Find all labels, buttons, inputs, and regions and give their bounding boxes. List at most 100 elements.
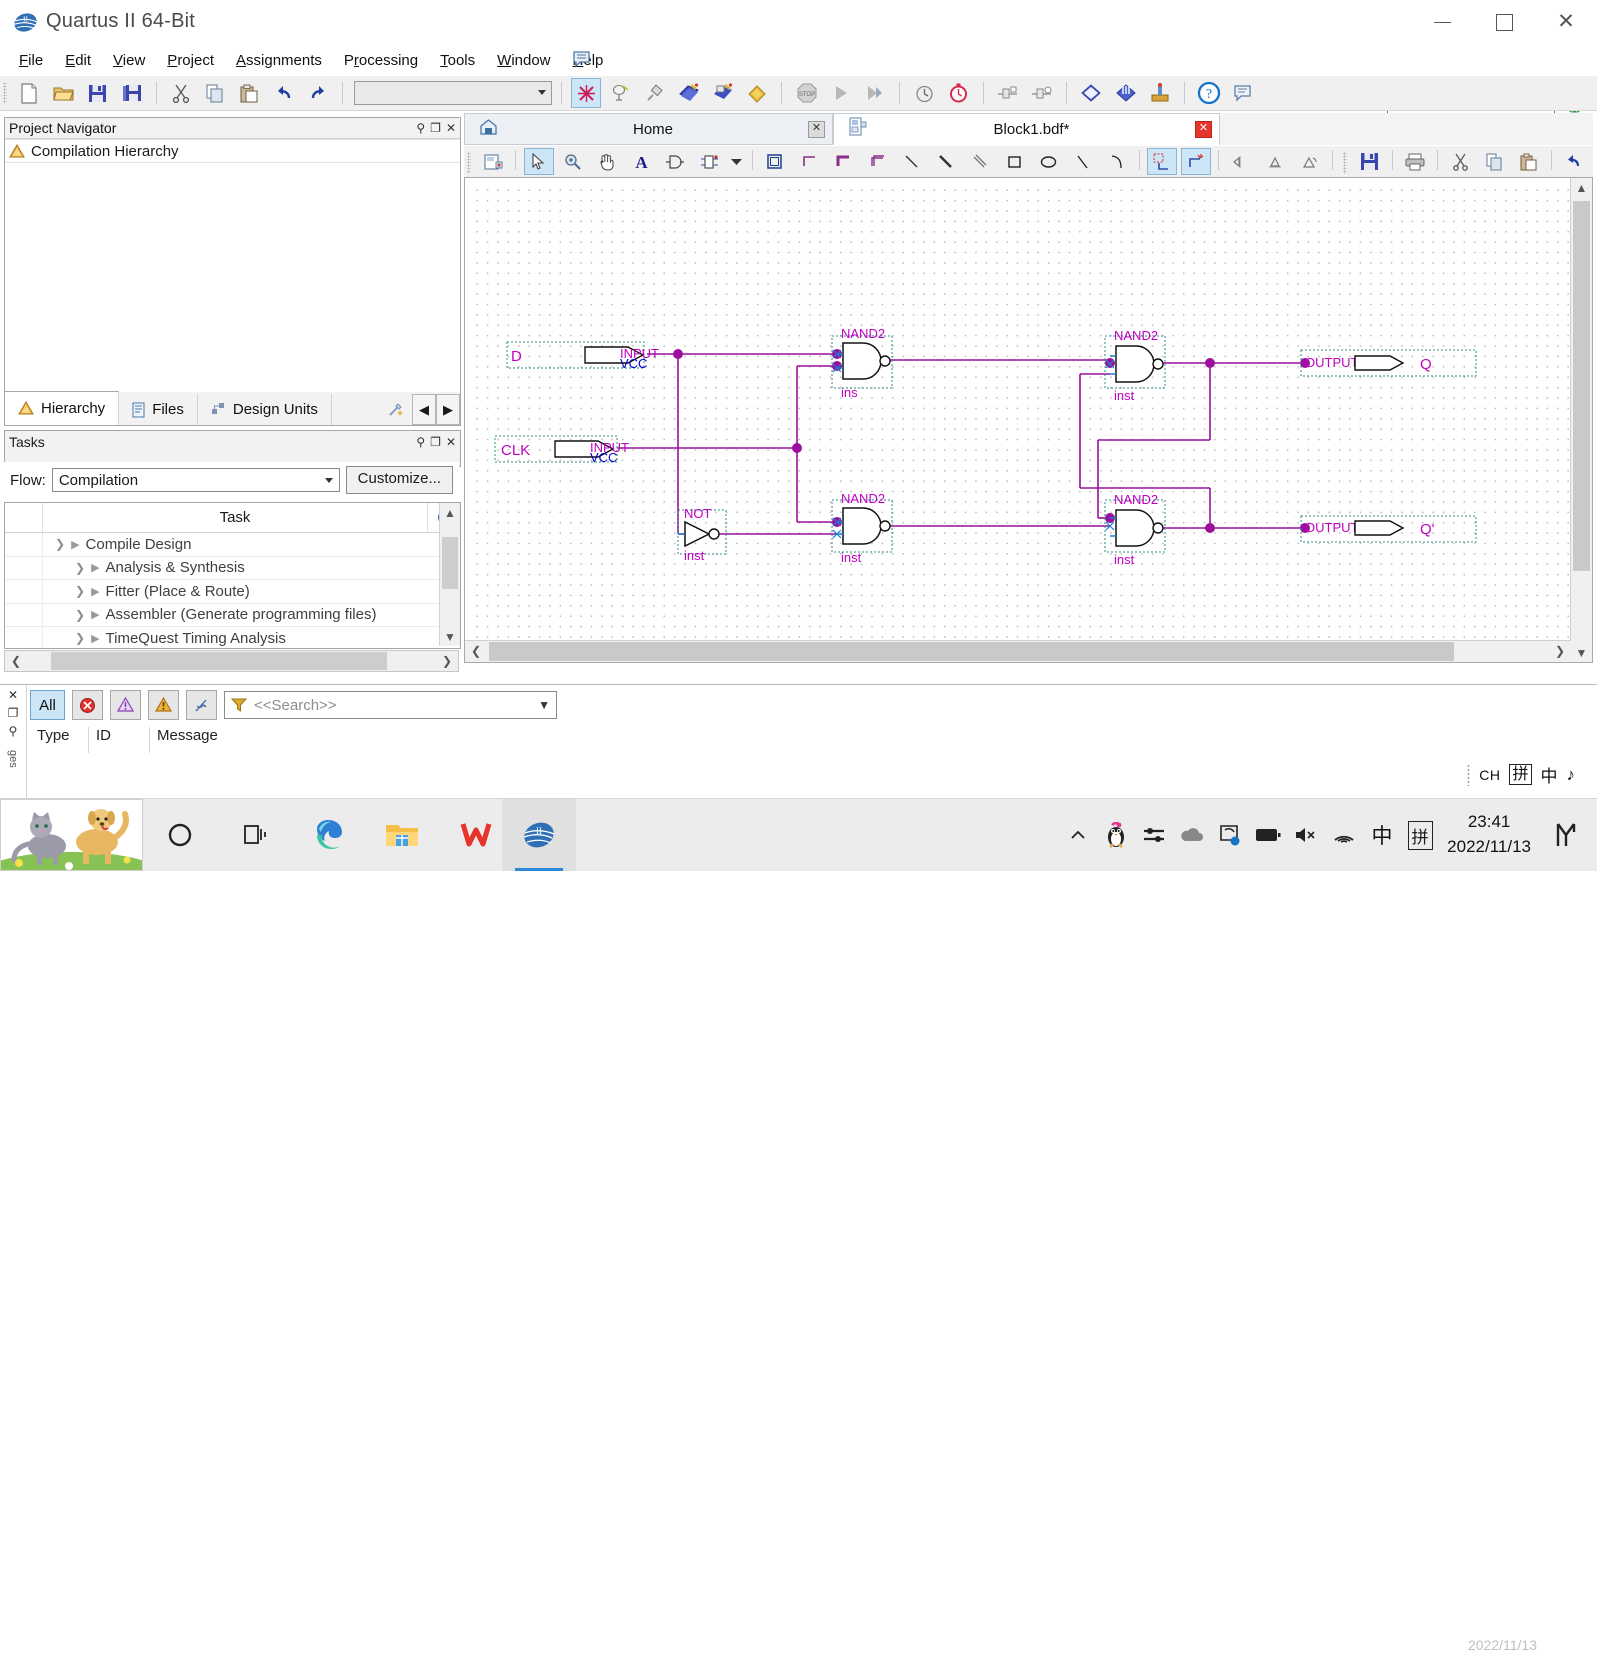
error-icon[interactable] [72, 690, 103, 720]
ime-pinyin-icon[interactable]: 拼 [1401, 799, 1439, 871]
menu-window[interactable]: Window [486, 49, 561, 72]
expander-icon[interactable]: ❯ [75, 561, 85, 575]
warning-icon[interactable] [148, 690, 179, 720]
expander-icon[interactable]: ❯ [75, 608, 85, 622]
megawizard-icon[interactable] [1145, 78, 1175, 108]
table-row[interactable]: ❯ ▶ Compile Design [5, 533, 460, 557]
zoom-tool-icon[interactable] [558, 148, 588, 175]
start-analysis-icon[interactable] [860, 78, 890, 108]
critical-warning-icon[interactable] [110, 690, 141, 720]
tab-hierarchy[interactable]: Hierarchy [5, 391, 119, 425]
hierarchy-root-item[interactable]: Compilation Hierarchy [5, 139, 460, 163]
close-button[interactable]: ✕ [1535, 0, 1597, 44]
save-icon[interactable] [83, 78, 113, 108]
tabs-prev-button[interactable]: ◀ [412, 394, 436, 425]
new-file-icon[interactable] [14, 78, 44, 108]
column-id[interactable]: ID [89, 727, 150, 753]
block-tool-icon[interactable] [694, 148, 724, 175]
rectangle-icon[interactable] [999, 148, 1029, 175]
cortana-icon[interactable] [143, 799, 217, 871]
battery-icon[interactable] [1249, 799, 1287, 871]
customize-button[interactable]: Customize... [346, 466, 453, 494]
stop-icon[interactable]: STOP [792, 78, 822, 108]
cut-icon[interactable] [1445, 148, 1475, 175]
undo-icon[interactable] [1559, 148, 1589, 175]
open-project-icon[interactable] [48, 78, 78, 108]
messages-close-icon[interactable]: ✕ [8, 688, 18, 702]
expander-icon[interactable]: ❯ [55, 537, 65, 551]
redo-icon[interactable] [1593, 148, 1597, 175]
chevron-down-icon[interactable]: ▼ [538, 698, 550, 712]
oval-icon[interactable] [1033, 148, 1063, 175]
line-icon[interactable] [1067, 148, 1097, 175]
block-symbol-icon[interactable] [478, 148, 508, 175]
canvas-scroll-left-icon[interactable]: ❮ [465, 641, 487, 662]
canvas-scroll-down-icon[interactable]: ▼ [1571, 643, 1592, 662]
save-all-icon[interactable] [117, 78, 147, 108]
timing-analyzer-icon[interactable] [909, 78, 939, 108]
schematic-toolbar-grip-2[interactable] [1343, 152, 1347, 174]
print-icon[interactable] [1400, 148, 1430, 175]
menu-edit[interactable]: Edit [54, 49, 102, 72]
messages-float-icon[interactable]: ❐ [8, 706, 19, 720]
messages-search-box[interactable]: <<Search>> ▼ [224, 691, 557, 719]
run-task-icon[interactable]: ▶ [71, 538, 79, 551]
netlist-viewer-icon[interactable] [993, 78, 1023, 108]
equalizer-icon[interactable] [1135, 799, 1173, 871]
settings-icon[interactable] [571, 78, 601, 108]
pin-icon[interactable]: ⚲ [416, 121, 425, 135]
ime-floating-bar[interactable]: CH 拼 中 ♪ [1467, 762, 1575, 787]
flip-vertical-icon[interactable] [1261, 148, 1291, 175]
menu-file[interactable]: FFileile [8, 49, 54, 72]
filter-all-button[interactable]: All [30, 690, 65, 720]
save-icon[interactable] [1354, 148, 1384, 175]
canvas-vscrollbar-thumb[interactable] [1573, 201, 1590, 571]
run-task-icon[interactable]: ▶ [91, 632, 99, 645]
column-message[interactable]: Message [150, 727, 464, 753]
qq-penguin-icon[interactable] [1097, 799, 1135, 871]
tab-design-units[interactable]: Design Units [198, 394, 332, 425]
schematic-toolbar-grip[interactable] [467, 152, 471, 174]
task-table-scrollbar[interactable]: ▲ ▼ [439, 503, 460, 646]
tasks-pin-icon[interactable]: ⚲ [416, 435, 425, 449]
canvas-scroll-up-icon[interactable]: ▲ [1571, 178, 1592, 197]
text-tool-icon[interactable]: A [626, 148, 656, 175]
start-button[interactable] [0, 799, 143, 871]
run-task-icon[interactable]: ▶ [91, 561, 99, 574]
ime-grip[interactable] [1467, 764, 1470, 786]
hand-tool-icon[interactable] [592, 148, 622, 175]
ime-music-icon[interactable]: ♪ [1567, 765, 1576, 785]
rectangle-node-icon[interactable] [760, 148, 790, 175]
table-row[interactable]: ❯ ▶ Assembler (Generate programming file… [5, 604, 460, 628]
info-icon[interactable] [186, 690, 217, 720]
notification-icon[interactable] [1545, 799, 1589, 871]
scroll-up-icon[interactable]: ▲ [440, 503, 460, 522]
paste-icon[interactable] [234, 78, 264, 108]
messages-pin-icon[interactable]: ⚲ [9, 724, 18, 738]
timequest-icon[interactable] [943, 78, 973, 108]
ime-lang-code[interactable]: CH [1479, 767, 1500, 783]
volume-muted-icon[interactable] [1287, 799, 1325, 871]
cut-icon[interactable] [166, 78, 196, 108]
copy-icon[interactable] [200, 78, 230, 108]
help-icon[interactable]: ? [1194, 78, 1224, 108]
signaltap-icon[interactable] [1111, 78, 1141, 108]
canvas-vscrollbar[interactable]: ▲ ▼ [1570, 178, 1592, 662]
show-hidden-icons-icon[interactable] [1059, 799, 1097, 871]
file-explorer-icon[interactable] [365, 799, 439, 871]
expander-icon[interactable]: ❯ [75, 584, 85, 598]
menu-assignments[interactable]: Assignments [225, 49, 333, 72]
table-row[interactable]: ❯ ▶ Fitter (Place & Route) [5, 580, 460, 604]
taskbar-clock[interactable]: 23:41 2022/11/13 [1447, 799, 1531, 871]
float-icon[interactable]: ❐ [430, 121, 441, 135]
dropdown-arrow-icon[interactable] [729, 148, 745, 175]
column-type[interactable]: Type [30, 727, 89, 753]
fitter-icon[interactable] [742, 78, 772, 108]
close-icon[interactable]: ✕ [1195, 121, 1212, 138]
menu-tools[interactable]: Tools [429, 49, 486, 72]
tasks-close-icon[interactable]: ✕ [446, 435, 456, 449]
orthogonal-bus-line-icon[interactable] [828, 148, 858, 175]
hscrollbar-thumb[interactable] [51, 652, 387, 670]
menu-project[interactable]: Project [156, 49, 225, 72]
pin-planner-icon[interactable] [640, 78, 670, 108]
